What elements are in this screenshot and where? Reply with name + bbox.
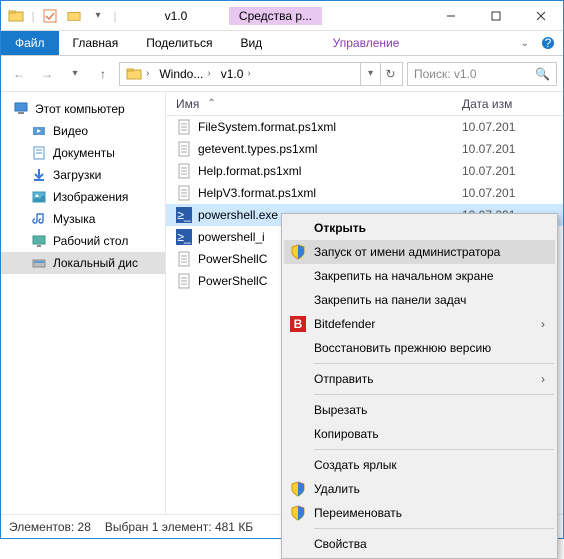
ctx-properties[interactable]: Свойства	[284, 532, 555, 556]
help-icon[interactable]: ?	[541, 36, 555, 50]
ribbon-tabs: Файл Главная Поделиться Вид Управление ⌄…	[1, 31, 563, 56]
ctx-separator	[314, 528, 554, 529]
shield-icon	[290, 481, 306, 497]
nav-tree: Этот компьютер ВидеоДокументыЗагрузкиИзо…	[1, 92, 166, 514]
qat-divider: |	[29, 5, 37, 27]
tab-share[interactable]: Поделиться	[132, 31, 226, 55]
ctx-open[interactable]: Открыть	[284, 216, 555, 240]
ctx-separator	[314, 394, 554, 395]
ctx-copy[interactable]: Копировать	[284, 422, 555, 446]
svg-text:≥_: ≥_	[177, 208, 191, 222]
ctx-cut[interactable]: Вырезать	[284, 398, 555, 422]
shield-icon	[290, 244, 306, 260]
quick-access-toolbar: | ▾ |	[1, 5, 123, 27]
ctx-pin-start[interactable]: Закрепить на начальном экране	[284, 264, 555, 288]
qat-properties-icon[interactable]	[39, 5, 61, 27]
file-row[interactable]: getevent.types.ps1xml10.07.201	[166, 138, 563, 160]
ctx-separator	[314, 363, 554, 364]
nav-recent-chevron[interactable]: ▾	[63, 62, 87, 86]
minimize-button[interactable]	[428, 1, 473, 30]
tree-item-0[interactable]: Видео	[1, 120, 165, 142]
ctx-restore[interactable]: Восстановить прежнюю версию	[284, 336, 555, 360]
ribbon-expand-icon[interactable]: ⌄	[521, 38, 529, 49]
submenu-arrow-icon: ›	[541, 317, 545, 331]
shield-icon	[290, 505, 306, 521]
breadcrumb-refresh-icon[interactable]: ↻	[380, 63, 400, 85]
contextual-tab-label: Средства р...	[229, 7, 322, 25]
ctx-run-as-admin[interactable]: Запуск от имени администратора	[284, 240, 555, 264]
qat-divider2: |	[111, 5, 119, 27]
window-title: v1.0	[123, 9, 229, 23]
tree-item-2[interactable]: Загрузки	[1, 164, 165, 186]
breadcrumb-item-1-label: Windo...	[159, 67, 203, 81]
breadcrumb-root-icon[interactable]: ›	[122, 66, 153, 82]
nav-row: ← → ▾ ↑ › Windo...› v1.0› ▾ ↻ Поиск: v1.…	[1, 56, 563, 92]
ctx-send-to[interactable]: Отправить›	[284, 367, 555, 391]
tree-item-1[interactable]: Документы	[1, 142, 165, 164]
submenu-arrow-icon: ›	[541, 372, 545, 386]
sort-indicator-icon: ⌃	[207, 98, 215, 109]
nav-up-button[interactable]: ↑	[91, 62, 115, 86]
breadcrumb-item-2[interactable]: v1.0›	[217, 67, 255, 81]
status-selection: Выбран 1 элемент: 481 КБ	[105, 520, 253, 534]
titlebar: | ▾ | v1.0 Средства р...	[1, 1, 563, 31]
file-row[interactable]: HelpV3.format.ps1xml10.07.201	[166, 182, 563, 204]
tab-file[interactable]: Файл	[1, 31, 59, 55]
ctx-pin-taskbar[interactable]: Закрепить на панели задач	[284, 288, 555, 312]
breadcrumb-history-chevron[interactable]: ▾	[360, 63, 380, 85]
ctx-rename[interactable]: Переименовать	[284, 501, 555, 525]
svg-text:≥_: ≥_	[177, 230, 191, 244]
column-name[interactable]: Имя ⌃	[166, 97, 456, 111]
breadcrumb-item-2-label: v1.0	[221, 67, 244, 81]
qat-folder-small-icon[interactable]	[63, 5, 85, 27]
ctx-bitdefender[interactable]: B Bitdefender ›	[284, 312, 555, 336]
search-input[interactable]: Поиск: v1.0 🔍	[407, 62, 557, 86]
breadcrumb[interactable]: › Windo...› v1.0› ▾ ↻	[119, 62, 403, 86]
nav-back-button[interactable]: ←	[7, 62, 31, 86]
window-controls	[428, 1, 563, 30]
computer-icon	[13, 101, 29, 117]
file-row[interactable]: FileSystem.format.ps1xml10.07.201	[166, 116, 563, 138]
column-headers: Имя ⌃ Дата изм	[166, 92, 563, 116]
close-button[interactable]	[518, 1, 563, 30]
svg-text:?: ?	[545, 36, 552, 50]
svg-text:B: B	[294, 317, 303, 331]
tab-view[interactable]: Вид	[226, 31, 276, 55]
bitdefender-icon: B	[290, 316, 306, 332]
tree-item-4[interactable]: Музыка	[1, 208, 165, 230]
ctx-delete[interactable]: Удалить	[284, 477, 555, 501]
tree-root-label: Этот компьютер	[35, 102, 125, 116]
nav-forward-button[interactable]: →	[35, 62, 59, 86]
ctx-separator	[314, 449, 554, 450]
search-icon: 🔍	[535, 67, 550, 81]
maximize-button[interactable]	[473, 1, 518, 30]
search-placeholder: Поиск: v1.0	[414, 67, 477, 81]
tree-item-6[interactable]: Локальный дис	[1, 252, 165, 274]
context-menu: Открыть Запуск от имени администратора З…	[281, 213, 558, 559]
folder-icon[interactable]	[5, 5, 27, 27]
tab-manage[interactable]: Управление	[319, 31, 414, 55]
explorer-window: | ▾ | v1.0 Средства р... Файл Главная По…	[0, 0, 564, 539]
file-row[interactable]: Help.format.ps1xml10.07.201	[166, 160, 563, 182]
column-date[interactable]: Дата изм	[456, 97, 563, 111]
tree-item-3[interactable]: Изображения	[1, 186, 165, 208]
tree-item-5[interactable]: Рабочий стол	[1, 230, 165, 252]
tab-home[interactable]: Главная	[59, 31, 133, 55]
status-count: Элементов: 28	[9, 520, 91, 534]
ctx-create-shortcut[interactable]: Создать ярлык	[284, 453, 555, 477]
tree-root-this-pc[interactable]: Этот компьютер	[1, 98, 165, 120]
breadcrumb-item-1[interactable]: Windo...›	[155, 67, 214, 81]
qat-chevron-icon[interactable]: ▾	[87, 5, 109, 27]
